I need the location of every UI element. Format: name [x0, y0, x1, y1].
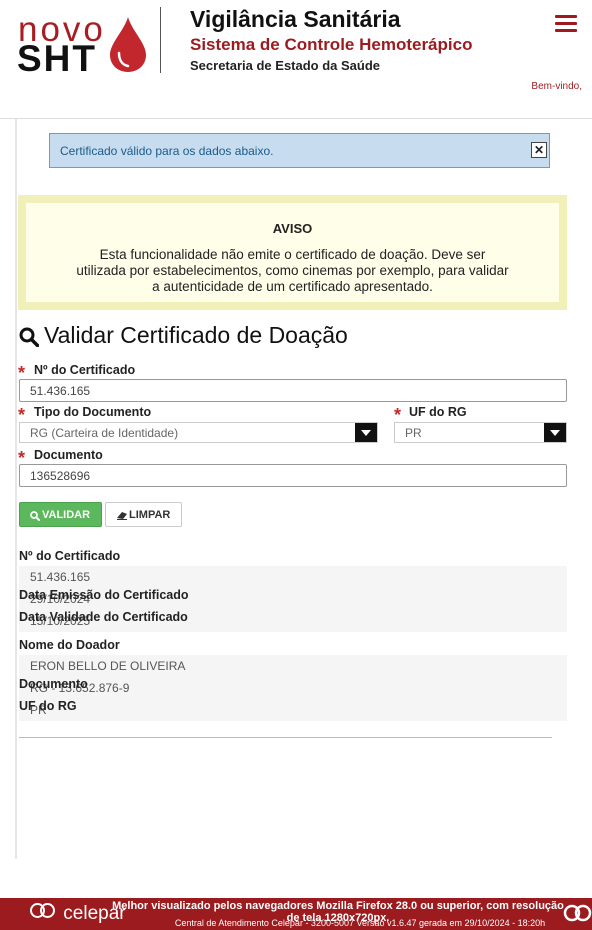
chevron-down-icon[interactable] [544, 423, 566, 442]
header-title: Vigilância Sanitária [190, 6, 401, 32]
tipo-documento-label: Tipo do Documento [34, 405, 152, 419]
documento-label: Documento [34, 448, 103, 462]
result-validade-label: Data Validade do Certificado [19, 610, 188, 624]
result-doador-value: ERON BELLO DE OLIVEIRA [30, 659, 186, 673]
validar-button[interactable]: VALIDAR [19, 502, 102, 527]
eraser-icon [117, 512, 127, 520]
aviso-inner: AVISO Esta funcionalidade não emite o ce… [26, 203, 559, 302]
content-left-border [15, 119, 17, 859]
result-doador-label: Nome do Doador [19, 638, 120, 652]
limpar-button[interactable]: LIMPAR [105, 502, 182, 527]
celepar-ring-icon [40, 903, 55, 918]
section-title: Validar Certificado de Doação [44, 322, 348, 348]
alert-close-button[interactable]: ✕ [531, 142, 547, 158]
aviso-text: Esta funcionalidade não emite o certific… [76, 247, 509, 294]
result-documento-label: Documento [19, 677, 88, 691]
certificado-input[interactable]: 51.436.165 [19, 379, 567, 402]
success-alert: Certificado válido para os dados abaixo.… [49, 133, 550, 168]
aviso-title: AVISO [272, 221, 313, 236]
limpar-label: LIMPAR [129, 509, 171, 521]
header-department: Secretaria de Estado da Saúde [190, 58, 381, 73]
alert-message: Certificado válido para os dados abaixo. [60, 144, 274, 158]
result-certificado-label: Nº do Certificado [19, 549, 121, 563]
result-certificado-value: 51.436.165 [30, 570, 91, 584]
documento-input[interactable]: 136528696 [19, 464, 567, 487]
search-icon [30, 511, 40, 521]
validar-label: VALIDAR [42, 509, 91, 521]
hamburger-menu-icon[interactable] [555, 15, 577, 37]
header-subtitle: Sistema de Controle Hemoterápico [190, 35, 473, 54]
uf-rg-select[interactable]: PR [394, 422, 567, 443]
aviso-panel: AVISO Esta funcionalidade não emite o ce… [18, 195, 567, 310]
logo-sht-text: SHT [17, 38, 97, 79]
tipo-documento-select[interactable]: RG (Carteira de Identidade) [19, 422, 378, 443]
page-header: novo SHT Vigilância Sanitária Sistema de… [0, 0, 592, 119]
uf-rg-label: UF do RG [409, 405, 467, 419]
certificado-label: Nº do Certificado [34, 363, 136, 377]
tipo-documento-value: RG (Carteira de Identidade) [30, 426, 179, 440]
uf-rg-value: PR [405, 426, 422, 440]
welcome-text: Bem-vindo, [531, 81, 582, 92]
search-icon [19, 327, 39, 347]
result-emissao-label: Data Emissão do Certificado [19, 588, 189, 602]
blood-drop-icon [110, 17, 146, 72]
header-divider [160, 7, 161, 73]
page-footer: celepar Melhor visualizado pelos navegad… [0, 898, 592, 930]
divider [19, 737, 552, 738]
chevron-down-icon[interactable] [355, 423, 377, 442]
celepar-icon [563, 904, 592, 922]
footer-contact-notice: Central de Atendimento Celepar - 3200-50… [174, 918, 546, 928]
result-uf-label: UF do RG [19, 699, 77, 713]
